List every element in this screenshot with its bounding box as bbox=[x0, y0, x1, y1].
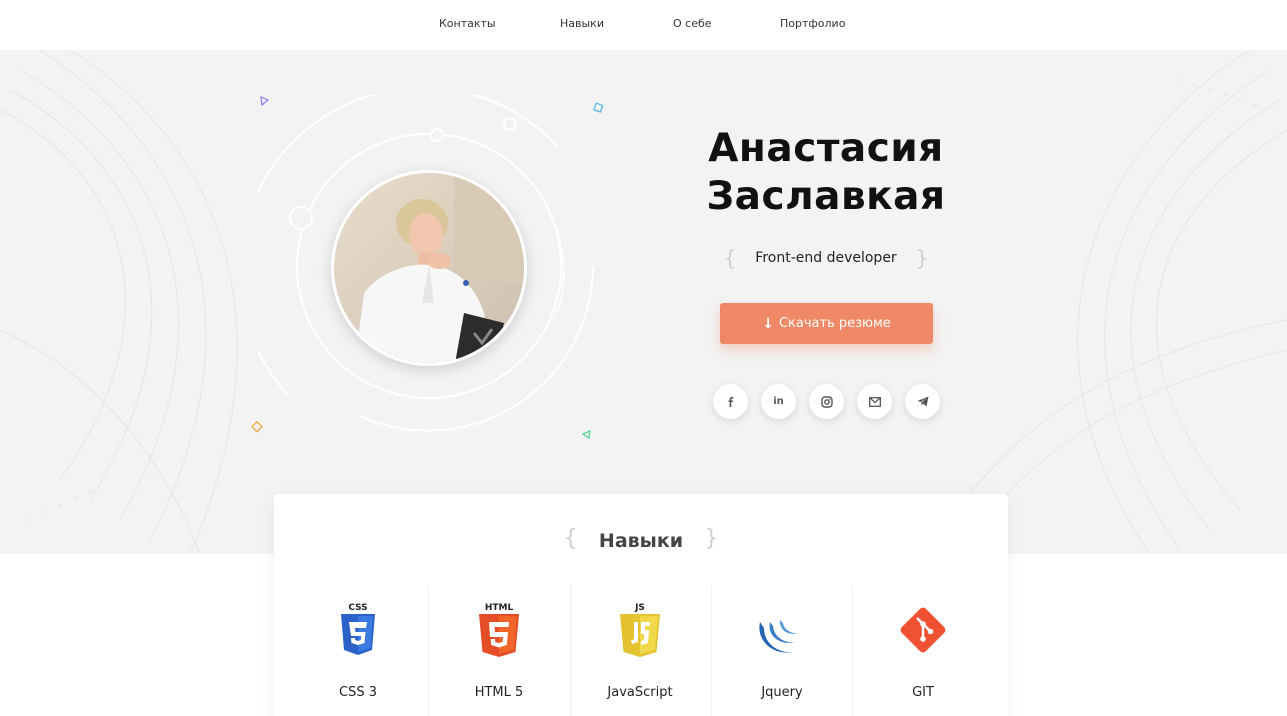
skill-item-git: GIT bbox=[853, 586, 993, 716]
skill-item-jquery: Jquery bbox=[712, 586, 852, 716]
svg-text:CSS: CSS bbox=[348, 603, 367, 613]
mail-icon[interactable] bbox=[857, 384, 892, 419]
skill-item-javascript: JS JavaScript bbox=[570, 586, 710, 716]
skill-label: Jquery bbox=[761, 685, 803, 700]
svg-text:HTML: HTML bbox=[485, 603, 514, 613]
css3-icon: CSS bbox=[341, 603, 375, 655]
skills-card: { Навыки } CSS CSS 3 HTML HTML 5 JS Java… bbox=[274, 494, 1008, 716]
telegram-icon[interactable] bbox=[905, 384, 940, 419]
nav-link-about[interactable]: О себе bbox=[673, 17, 712, 30]
avatar bbox=[331, 170, 527, 366]
instagram-icon[interactable] bbox=[809, 384, 844, 419]
javascript-icon: JS bbox=[620, 603, 660, 657]
download-resume-label: Скачать резюме bbox=[778, 316, 891, 331]
hero-name-first: Анастасия bbox=[708, 126, 944, 171]
skill-label: JavaScript bbox=[607, 685, 673, 700]
skills-header: { Навыки } bbox=[564, 526, 718, 556]
social-links: in bbox=[713, 384, 943, 420]
svg-text:JS: JS bbox=[634, 603, 645, 613]
skill-label: CSS 3 bbox=[339, 685, 377, 700]
skills-title: Навыки bbox=[598, 530, 684, 552]
git-icon bbox=[900, 607, 946, 653]
facebook-icon[interactable] bbox=[713, 384, 748, 419]
bracket-close-icon: } bbox=[704, 526, 718, 551]
hero-name-last: Заславкая bbox=[706, 174, 946, 219]
html5-icon: HTML bbox=[479, 603, 519, 657]
skill-item-html5: HTML HTML 5 bbox=[429, 586, 569, 716]
hero-role: Front-end developer bbox=[755, 250, 897, 266]
linkedin-icon[interactable]: in bbox=[761, 384, 796, 419]
hero-name: Анастасия Заславкая bbox=[626, 125, 1026, 221]
nav-link-contacts[interactable]: Контакты bbox=[439, 17, 496, 30]
skill-item-css3: CSS CSS 3 bbox=[288, 586, 428, 716]
nav-link-skills[interactable]: Навыки bbox=[560, 17, 604, 30]
arrow-down-icon: ↓ bbox=[762, 315, 774, 332]
top-nav: Контакты Навыки О себе Портфолио bbox=[0, 0, 1287, 50]
skill-label: GIT bbox=[912, 685, 934, 700]
role-block: { Front-end developer } bbox=[720, 246, 932, 272]
bracket-close-icon: } bbox=[915, 246, 928, 270]
jquery-icon bbox=[759, 620, 798, 653]
download-resume-button[interactable]: ↓ Скачать резюме bbox=[720, 303, 933, 344]
skill-label: HTML 5 bbox=[474, 685, 524, 700]
nav-link-portfolio[interactable]: Портфолио bbox=[780, 17, 845, 30]
